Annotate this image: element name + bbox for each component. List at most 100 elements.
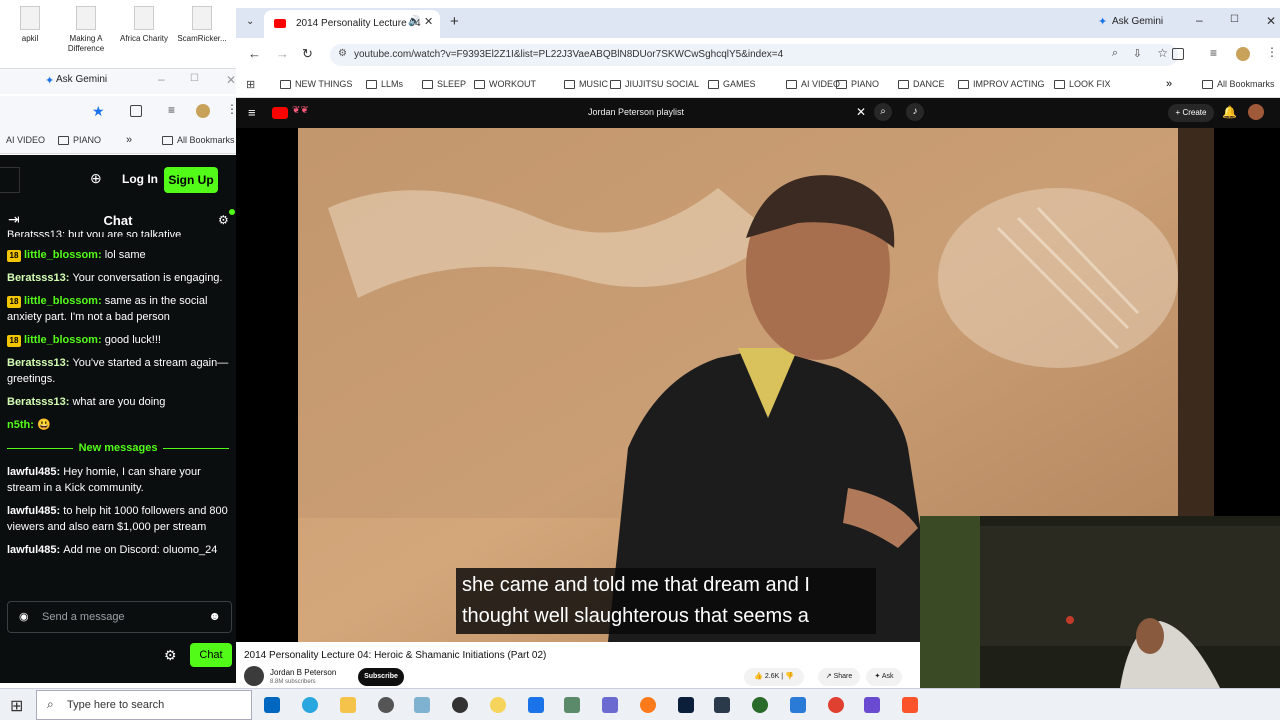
- create-button[interactable]: + Create: [1168, 104, 1214, 122]
- settings-gear-icon[interactable]: ⚙: [164, 647, 177, 664]
- tab-search-icon[interactable]: ⌄: [246, 16, 254, 27]
- chat-username[interactable]: lawful485: [7, 505, 57, 517]
- ask-button[interactable]: ✦ Ask: [866, 668, 902, 686]
- bookmark-folder[interactable]: NEW THINGS: [280, 79, 352, 89]
- youtube-search-input[interactable]: Jordan Peterson playlist: [580, 103, 874, 123]
- chevron-right-icon[interactable]: »: [126, 134, 132, 146]
- youtube-logo[interactable]: [272, 107, 288, 119]
- signup-button[interactable]: Sign Up: [164, 167, 218, 193]
- bookmark-all[interactable]: All Bookmarks: [1202, 79, 1275, 89]
- bookmark-folder[interactable]: MUSIC: [564, 79, 608, 89]
- bookmark-all[interactable]: All Bookmarks: [162, 135, 235, 145]
- close-icon[interactable]: ✕: [226, 73, 236, 87]
- desktop-icon[interactable]: Africa Charity: [116, 6, 172, 44]
- chat-username[interactable]: lawful485: [7, 544, 57, 556]
- new-tab-icon[interactable]: +: [450, 13, 459, 30]
- bookmark-folder[interactable]: PIANO: [836, 79, 879, 89]
- minimize-icon[interactable]: –: [158, 72, 165, 86]
- tab-close-icon[interactable]: ✕: [424, 15, 433, 28]
- app-icon[interactable]: [790, 697, 806, 713]
- obs-icon[interactable]: [378, 697, 394, 713]
- chat-username[interactable]: Beratsss13: [7, 357, 66, 369]
- docs-icon[interactable]: [528, 697, 544, 713]
- notifications-icon[interactable]: 🔔: [1222, 105, 1237, 119]
- app-icon[interactable]: [452, 697, 468, 713]
- bookmark-folder[interactable]: GAMES: [708, 79, 756, 89]
- desktop-icon[interactable]: ScamRicker...: [174, 6, 230, 44]
- desktop-icon[interactable]: Making A Difference: [58, 6, 114, 54]
- bookmark-folder[interactable]: AI VIDEO: [786, 79, 840, 89]
- menu-icon[interactable]: ⋮: [1266, 45, 1278, 59]
- chat-send-button[interactable]: Chat: [190, 643, 232, 667]
- minimize-icon[interactable]: –: [1196, 13, 1203, 27]
- channel-avatar[interactable]: [244, 666, 264, 686]
- clear-search-icon[interactable]: ✕: [856, 105, 866, 119]
- photoshop-icon[interactable]: [678, 697, 694, 713]
- emote-shield-icon[interactable]: ◉: [19, 610, 29, 623]
- back-icon[interactable]: ←: [248, 46, 261, 61]
- channel-name[interactable]: Jordan B Peterson: [270, 668, 336, 677]
- task-view-icon[interactable]: [264, 697, 280, 713]
- avatar[interactable]: [1248, 104, 1264, 120]
- message-input[interactable]: ◉ Send a message ☻: [7, 601, 232, 633]
- close-icon[interactable]: ✕: [1266, 14, 1276, 28]
- bookmark-folder[interactable]: IMPROV ACTING: [958, 79, 1045, 89]
- bookmark-piano[interactable]: PIANO: [58, 135, 101, 145]
- chat-username[interactable]: little_blossom: [24, 249, 98, 261]
- taskbar-search[interactable]: ⌕ Type here to search: [36, 690, 252, 720]
- file-explorer-icon[interactable]: [340, 697, 356, 713]
- maximize-icon[interactable]: ☐: [190, 73, 199, 84]
- install-icon[interactable]: ⇩: [1133, 47, 1142, 60]
- star-icon[interactable]: ★: [92, 103, 105, 120]
- microphone-icon[interactable]: ♪: [906, 103, 924, 121]
- chat-settings-icon[interactable]: ⚙: [218, 213, 229, 227]
- chat-username[interactable]: little_blossom: [24, 295, 98, 307]
- reload-icon[interactable]: ↻: [302, 46, 313, 62]
- bookmark-folder[interactable]: SLEEP: [422, 79, 466, 89]
- app-icon[interactable]: [714, 697, 730, 713]
- site-info-icon[interactable]: ⚙: [338, 48, 347, 59]
- emoji-icon[interactable]: ☻: [208, 609, 221, 623]
- like-button[interactable]: 👍 2.6K | 👎: [744, 668, 804, 686]
- chat-username[interactable]: little_blossom: [24, 334, 98, 346]
- firefox-icon[interactable]: [640, 697, 656, 713]
- bookmark-folder[interactable]: DANCE: [898, 79, 945, 89]
- lightbulb-icon[interactable]: [490, 697, 506, 713]
- zoom-icon[interactable]: ⌕: [1112, 47, 1118, 60]
- brave-icon[interactable]: [902, 697, 918, 713]
- bookmark-folder[interactable]: LLMs: [366, 79, 403, 89]
- search-box[interactable]: [0, 167, 20, 193]
- subscribe-button[interactable]: Subscribe: [358, 668, 404, 686]
- bookmark-folder[interactable]: WORKOUT: [474, 79, 536, 89]
- chat-username[interactable]: Beratsss13: [7, 396, 66, 408]
- forward-icon[interactable]: →: [276, 46, 289, 61]
- chevron-right-icon[interactable]: »: [1166, 78, 1172, 90]
- desktop-icon[interactable]: apkil: [2, 6, 58, 44]
- login-button[interactable]: Log In: [122, 172, 158, 186]
- reading-list-icon[interactable]: ≡: [1210, 46, 1217, 60]
- ask-gemini-button[interactable]: Ask Gemini: [1112, 16, 1163, 27]
- reading-list-icon[interactable]: ≡: [168, 103, 175, 117]
- bookmark-ai-video[interactable]: AI VIDEO: [6, 135, 45, 145]
- profile-avatar[interactable]: [196, 104, 210, 118]
- extensions-icon[interactable]: [130, 105, 142, 117]
- chat-username[interactable]: n5th: [7, 419, 30, 431]
- bookmark-folder[interactable]: JIUJITSU SOCIAL: [610, 79, 699, 89]
- app-icon[interactable]: [414, 697, 430, 713]
- app-icon[interactable]: [864, 697, 880, 713]
- audio-icon[interactable]: 🔊: [408, 16, 420, 27]
- app-icon[interactable]: [752, 697, 768, 713]
- chat-username[interactable]: lawful485: [7, 466, 57, 478]
- app-icon[interactable]: [602, 697, 618, 713]
- apps-grid-icon[interactable]: ⊞: [246, 78, 255, 91]
- globe-icon[interactable]: ⊕: [90, 170, 102, 187]
- address-bar[interactable]: ⚙ youtube.com/watch?v=F9393El2Z1I&list=P…: [330, 44, 1178, 66]
- windows-start-icon[interactable]: ⊞: [10, 696, 23, 716]
- extensions-icon[interactable]: [1172, 48, 1184, 60]
- maximize-icon[interactable]: ☐: [1230, 14, 1239, 25]
- chat-username[interactable]: Beratsss13: [7, 272, 66, 284]
- search-icon[interactable]: ⌕: [874, 103, 892, 121]
- chrome-icon[interactable]: [828, 697, 844, 713]
- bookmark-star-icon[interactable]: ☆: [1157, 46, 1168, 60]
- profile-avatar[interactable]: [1236, 47, 1250, 61]
